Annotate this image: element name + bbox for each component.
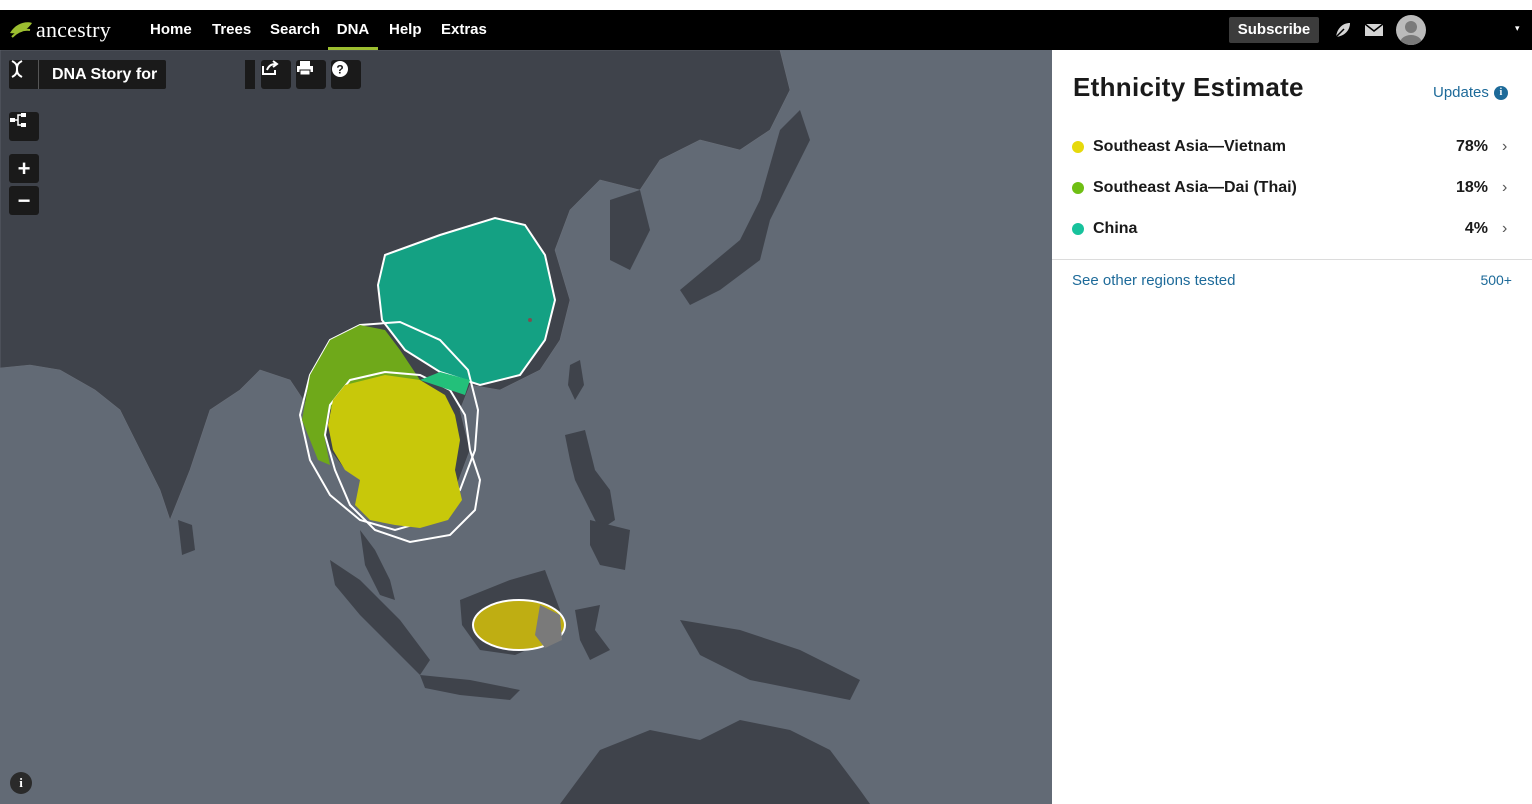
land-newguinea — [680, 620, 860, 700]
hint-leaf-icon[interactable] — [1333, 20, 1353, 40]
ethnicity-panel: Ethnicity Estimate Updates i Southeast A… — [1052, 50, 1532, 804]
region-row-dai[interactable]: Southeast Asia—Dai (Thai) 18% › — [1072, 175, 1512, 201]
account-caret-icon[interactable]: ▾ — [1515, 23, 1520, 34]
region-vietnam-fill — [328, 375, 462, 528]
ethnicity-map[interactable]: DNA Story for ? + − i — [0, 50, 1052, 804]
nav-trees[interactable]: Trees — [212, 10, 251, 50]
map-canvas — [0, 50, 870, 804]
see-other-regions-link[interactable]: See other regions tested — [1072, 272, 1235, 289]
print-button[interactable] — [296, 60, 326, 89]
chevron-right-icon: › — [1502, 179, 1508, 196]
help-icon: ? — [332, 61, 348, 77]
region-name: China — [1093, 220, 1138, 237]
region-color-dot — [1072, 141, 1084, 153]
print-icon — [297, 61, 313, 76]
help-button[interactable]: ? — [331, 60, 361, 89]
region-color-dot — [1072, 223, 1084, 235]
browser-top-band — [0, 0, 1532, 10]
nav-home[interactable]: Home — [150, 10, 192, 50]
zoom-in-button[interactable]: + — [9, 154, 39, 183]
mail-icon[interactable] — [1364, 20, 1384, 40]
svg-text:?: ? — [336, 63, 343, 77]
nav-search[interactable]: Search — [270, 10, 320, 50]
leaf-logo-icon — [10, 22, 32, 38]
land-korea — [610, 190, 650, 270]
nav-extras[interactable]: Extras — [441, 10, 487, 50]
land-srilanka — [178, 520, 195, 555]
chevron-right-icon: › — [1502, 220, 1508, 237]
chevron-right-icon: › — [1502, 138, 1508, 155]
region-percent: 4% — [1464, 220, 1488, 237]
brand-name: ancestry — [36, 17, 111, 42]
region-name: Southeast Asia—Vietnam — [1093, 138, 1286, 155]
panel-divider — [1052, 259, 1532, 260]
region-color-dot — [1072, 182, 1084, 194]
land-sulawesi — [575, 605, 610, 660]
tree-view-button[interactable] — [9, 112, 39, 141]
share-button[interactable] — [261, 60, 291, 89]
ancestry-logo[interactable]: ancestry — [8, 17, 111, 42]
region-row-china[interactable]: China 4% › — [1072, 216, 1512, 242]
land-java — [420, 675, 520, 700]
land-mindanao — [590, 520, 630, 570]
subscribe-button[interactable]: Subscribe — [1229, 17, 1319, 43]
land-taiwan — [568, 360, 584, 400]
map-info-button[interactable]: i — [10, 772, 32, 794]
region-name: Southeast Asia—Dai (Thai) — [1093, 179, 1297, 196]
share-icon — [262, 60, 279, 75]
nav-help[interactable]: Help — [389, 10, 422, 50]
nav-dna[interactable]: DNA — [328, 10, 378, 50]
panel-title: Ethnicity Estimate — [1073, 72, 1304, 102]
updates-link[interactable]: Updates i — [1433, 84, 1508, 101]
other-regions-count: 500+ — [1480, 272, 1512, 288]
china-marker — [528, 318, 532, 322]
region-row-vietnam[interactable]: Southeast Asia—Vietnam 78% › — [1072, 134, 1512, 160]
region-percent: 18% — [1455, 179, 1488, 196]
zoom-out-button[interactable]: − — [9, 186, 39, 215]
dna-helix-icon[interactable] — [9, 60, 39, 89]
dna-story-title: DNA Story for — [52, 65, 158, 83]
region-percent: 78% — [1455, 138, 1488, 155]
tree-icon — [10, 113, 26, 127]
title-bar-end — [245, 60, 255, 89]
updates-label: Updates — [1433, 84, 1489, 101]
dna-story-title-bar: DNA Story for — [9, 60, 167, 89]
avatar[interactable] — [1396, 15, 1426, 45]
land-philippines — [565, 430, 615, 530]
land-australia — [560, 720, 870, 804]
info-icon: i — [1493, 85, 1508, 100]
top-navigation: ancestry Home Trees Search DNA Help Extr… — [0, 10, 1532, 50]
